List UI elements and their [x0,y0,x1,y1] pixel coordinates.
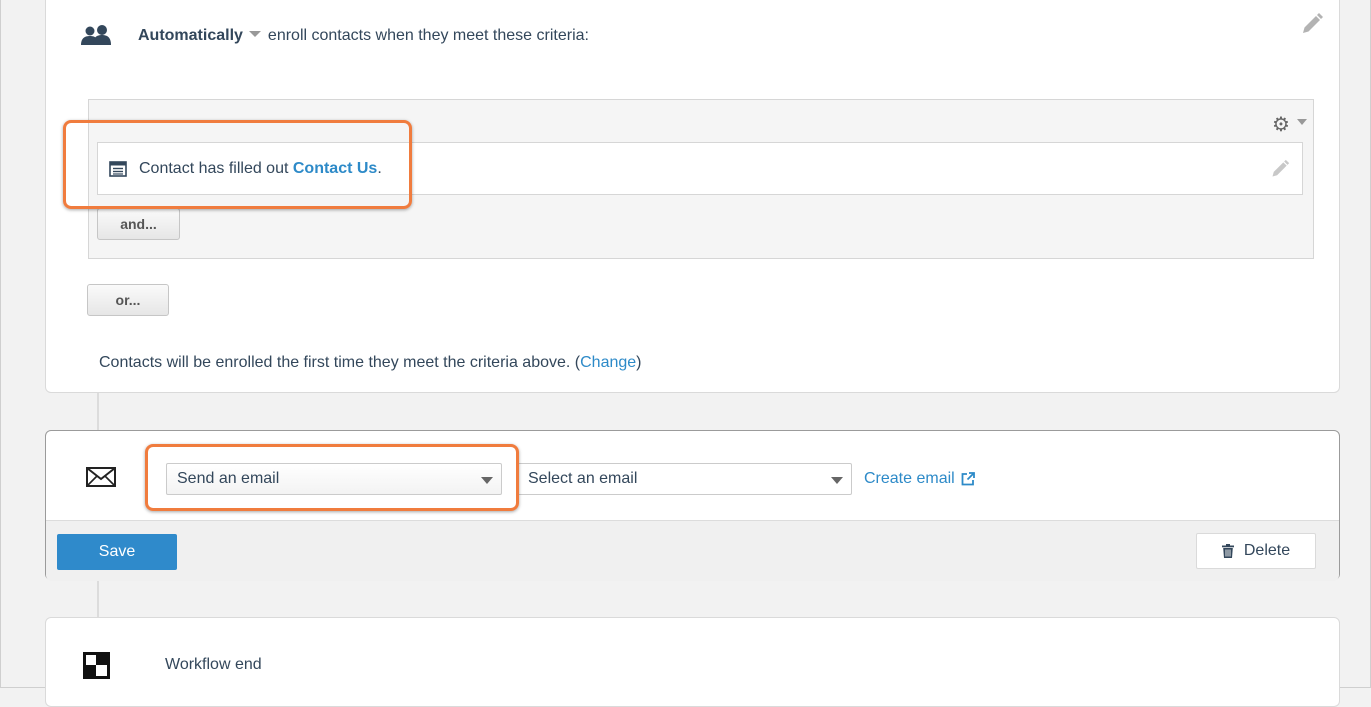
pencil-icon[interactable] [1270,159,1290,179]
filter-suffix: . [377,159,382,177]
action-type-select[interactable]: Send an email [166,463,502,495]
email-select-placeholder: Select an email [528,470,638,487]
trash-icon [1221,544,1234,558]
enrollment-mode-dropdown[interactable]: Automatically [138,27,243,45]
or-button[interactable]: or... [87,284,169,316]
external-link-icon [961,472,975,486]
envelope-icon [86,467,116,487]
enrollment-description: enroll contacts when they meet these cri… [267,27,589,44]
enrollment-note-suffix: ) [636,354,642,371]
action-card: Send an email Select an email Create ema… [45,430,1340,581]
enrollment-header: Automatically enroll contacts when they … [80,24,589,48]
filter-prefix: Contact has filled out [139,159,289,177]
people-icon [81,25,111,45]
create-email-label: Create email [864,470,955,487]
and-button[interactable]: and... [97,208,180,240]
create-email-link[interactable]: Create email [864,470,975,488]
filter-condition-row[interactable]: Contact has filled out Contact Us. [97,142,1303,195]
delete-button[interactable]: Delete [1196,533,1316,569]
enrollment-note-text: Contacts will be enrolled the first time… [99,354,581,371]
form-link[interactable]: Contact Us [293,160,377,178]
gear-icon[interactable]: ⚙ [1272,112,1290,137]
chevron-down-icon[interactable] [248,31,261,37]
chevron-down-icon [831,477,843,484]
chevron-down-icon [481,477,493,484]
email-select[interactable]: Select an email [517,463,852,495]
action-type-value: Send an email [177,470,280,487]
pencil-icon[interactable] [1300,12,1324,36]
checkered-flag-icon [83,652,110,679]
action-row: Send an email Select an email Create ema… [46,431,1339,520]
form-icon [109,160,127,177]
chevron-down-icon[interactable] [1297,119,1307,125]
delete-label: Delete [1243,542,1291,559]
change-link[interactable]: Change [580,354,636,371]
workflow-end-label: Workflow end [165,656,262,673]
action-footer: Save Delete [46,520,1339,581]
workflow-end-card: Workflow end [45,617,1340,707]
save-button[interactable]: Save [57,534,177,570]
enrollment-note: Contacts will be enrolled the first time… [99,354,641,372]
